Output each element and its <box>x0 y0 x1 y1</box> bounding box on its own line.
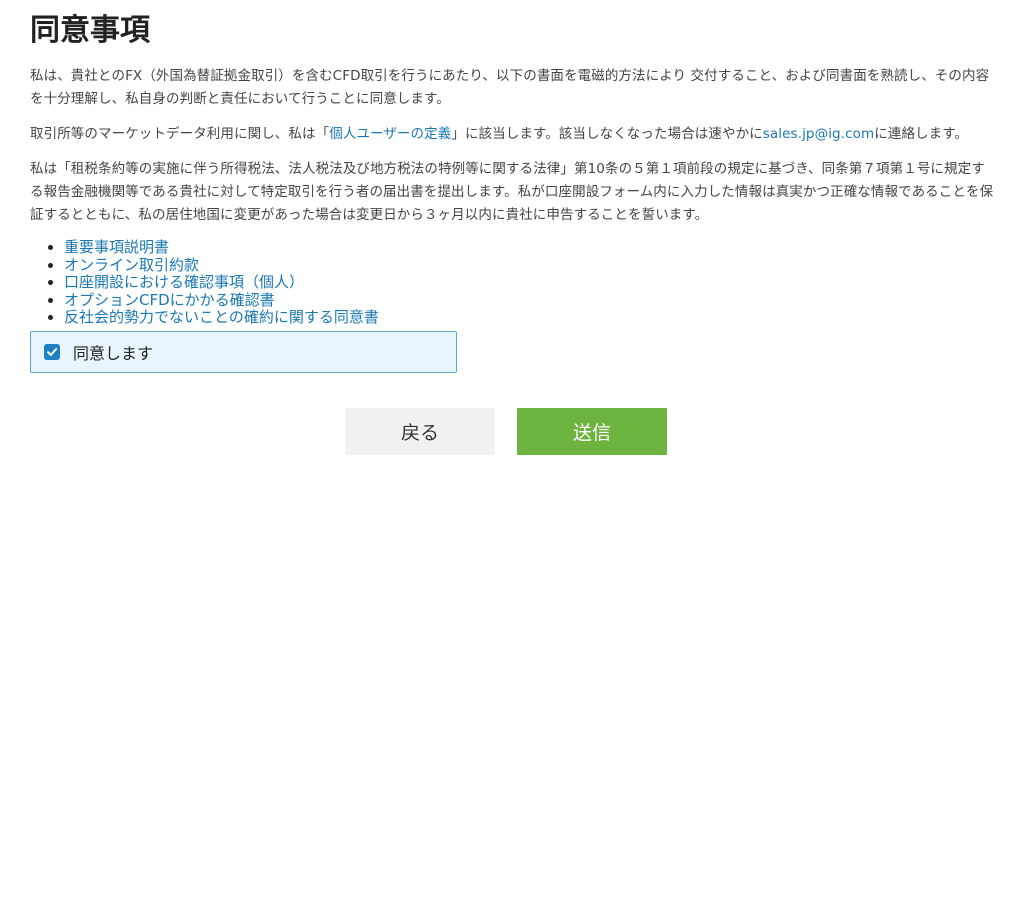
individual-user-definition-link[interactable]: 個人ユーザーの定義 <box>329 126 451 142</box>
back-button[interactable]: 戻る <box>345 407 495 455</box>
list-item: 重要事項説明書 <box>64 238 994 257</box>
agree-checkbox[interactable] <box>44 343 60 360</box>
list-item: 反社会的勢力でないことの確約に関する同意書 <box>64 308 994 327</box>
agree-label: 同意します <box>73 343 154 363</box>
submit-button[interactable]: 送信 <box>517 407 667 455</box>
document-link-option-cfd-confirmation[interactable]: オプションCFDにかかる確認書 <box>64 291 275 309</box>
page-title: 同意事項 <box>30 13 150 48</box>
checkmark-icon <box>47 347 58 356</box>
paragraph-2-text-middle: 」に該当します。該当しなくなった場合は速やかに <box>451 126 763 142</box>
document-link-important-matters[interactable]: 重要事項説明書 <box>64 238 169 256</box>
document-link-account-opening-confirmation[interactable]: 口座開設における確認事項（個人） <box>64 273 304 291</box>
document-link-online-trading-terms[interactable]: オンライン取引約款 <box>64 256 199 274</box>
paragraph-2-text-after: に連絡します。 <box>874 126 969 142</box>
list-item: 口座開設における確認事項（個人） <box>64 273 994 292</box>
paragraph-2-text-before: 取引所等のマーケットデータ利用に関し、私は「 <box>30 126 330 142</box>
document-list: 重要事項説明書 オンライン取引約款 口座開設における確認事項（個人） オプション… <box>30 238 994 327</box>
document-link-anti-social-forces-consent[interactable]: 反社会的勢力でないことの確約に関する同意書 <box>64 308 379 326</box>
list-item: オンライン取引約款 <box>64 256 994 275</box>
consent-paragraph-2: 取引所等のマーケットデータ利用に関し、私は「個人ユーザーの定義」に該当します。該… <box>30 123 994 146</box>
consent-paragraph-1: 私は、貴社とのFX（外国為替証拠金取引）を含むCFD取引を行うにあたり、以下の書… <box>30 68 990 107</box>
list-item: オプションCFDにかかる確認書 <box>64 291 994 310</box>
sales-email-link[interactable]: sales.jp@ig.com <box>763 126 874 142</box>
consent-page: 同意事項 私は、貴社とのFX（外国為替証拠金取引）を含むCFD取引を行うにあたり… <box>0 0 1024 455</box>
consent-paragraph-3: 私は「租税条約等の実施に伴う所得税法、法人税法及び地方税法の特例等に関する法律」… <box>30 161 994 223</box>
form-actions: 戻る 送信 <box>30 407 994 455</box>
agree-checkbox-field[interactable]: 同意します <box>30 330 457 373</box>
